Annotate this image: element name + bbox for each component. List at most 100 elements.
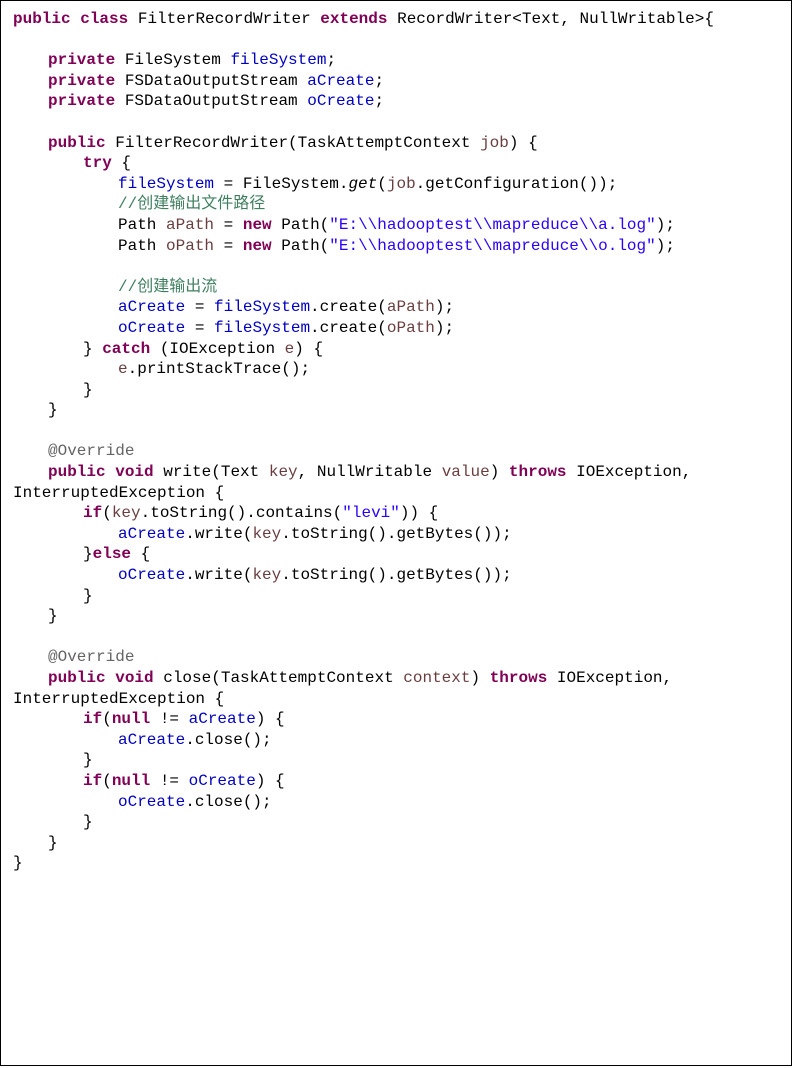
code-keyword: else (92, 545, 132, 564)
code-keyword: void (115, 669, 154, 687)
code-line: InterruptedException { (13, 689, 714, 710)
code-line: aCreate.write(key.toString().getBytes())… (13, 524, 714, 545)
code-string-literal: "levi" (342, 504, 400, 523)
code-text: )) { (399, 504, 439, 523)
code-line: InterruptedException { (13, 483, 714, 504)
code-text: IOException, (566, 463, 692, 482)
code-text: ) (489, 463, 509, 482)
code-text: ); (434, 298, 455, 317)
code-variable: aPath (166, 215, 215, 234)
code-line: @Override (13, 647, 714, 668)
code-keyword: private (48, 92, 116, 111)
code-keyword: private (48, 71, 116, 90)
code-keyword: null (111, 710, 151, 729)
code-text: .getConfiguration()); (415, 174, 618, 193)
code-keyword: public (48, 669, 106, 687)
code-line: private FileSystem fileSystem; (13, 50, 714, 71)
code-keyword: throws (508, 463, 567, 482)
code-text: ( (102, 710, 112, 729)
code-keyword: throws (489, 669, 548, 687)
code-keyword: extends (320, 10, 388, 28)
code-text: ) { (508, 133, 538, 152)
code-field-name: fileSystem (118, 174, 215, 193)
code-line: @Override (13, 441, 714, 462)
code-text: ); (655, 236, 675, 255)
code-line: oCreate = fileSystem.create(oPath); (13, 318, 714, 339)
code-keyword: public (48, 463, 106, 482)
code-text: ; (326, 51, 337, 70)
code-variable: oPath (166, 236, 215, 255)
code-text: } (83, 545, 93, 564)
code-line: } catch (IOException e) { (13, 339, 714, 360)
code-line: aCreate.close(); (13, 730, 714, 751)
code-text: , NullWritable (297, 463, 442, 482)
code-annotation: @Override (48, 442, 135, 461)
code-line: } (13, 812, 714, 833)
code-text: ) { (294, 339, 324, 358)
code-text: } (48, 833, 58, 852)
code-text: .printStackTrace(); (127, 360, 311, 379)
code-line: e.printStackTrace(); (13, 359, 714, 380)
code-line: public FilterRecordWriter(TaskAttemptCon… (13, 133, 714, 154)
code-text: } (48, 401, 58, 420)
code-comment: //创建输出流 (118, 277, 218, 296)
code-keyword: new (242, 236, 272, 255)
code-keyword: public (13, 10, 71, 28)
code-text: write(Text (153, 463, 269, 482)
code-text: ; (374, 71, 385, 90)
code-string-literal: "E:\\hadooptest\\mapreduce\\o.log" (329, 236, 656, 255)
code-field-name: oCreate (118, 318, 186, 337)
code-text: .write( (185, 524, 253, 543)
code-text: { (111, 154, 132, 173)
code-line: fileSystem = FileSystem.get(job.getConfi… (13, 174, 714, 195)
code-line: } (13, 380, 714, 401)
code-keyword: private (48, 51, 116, 70)
code-string-literal: "E:\\hadooptest\\mapreduce\\a.log" (329, 215, 656, 234)
code-variable: job (386, 174, 416, 193)
code-text: RecordWriter<Text, NullWritable>{ (387, 10, 714, 28)
code-comment: //创建输出文件路径 (118, 195, 266, 214)
code-text: = (185, 318, 215, 337)
code-field-name: fileSystem (214, 318, 311, 337)
code-text: Path( (271, 236, 330, 255)
code-field-name: oCreate (118, 566, 186, 585)
code-field-name: aCreate (118, 730, 186, 749)
code-keyword: null (111, 771, 151, 790)
code-text: } (83, 751, 93, 770)
code-text: ); (655, 215, 675, 234)
code-field-name: oCreate (188, 771, 256, 790)
code-line: try { (13, 153, 714, 174)
code-line: aCreate = fileSystem.create(aPath); (13, 297, 714, 318)
code-variable: key (268, 463, 298, 482)
code-text: .create( (310, 318, 387, 337)
code-text: FilterRecordWriter (128, 10, 321, 28)
code-keyword: if (83, 504, 103, 523)
code-variable: context (403, 669, 471, 687)
code-variable: value (441, 463, 490, 482)
code-text: FileSystem (115, 51, 231, 70)
code-text: .toString().contains( (140, 504, 343, 523)
code-line: if(key.toString().contains("levi")) { (13, 503, 714, 524)
